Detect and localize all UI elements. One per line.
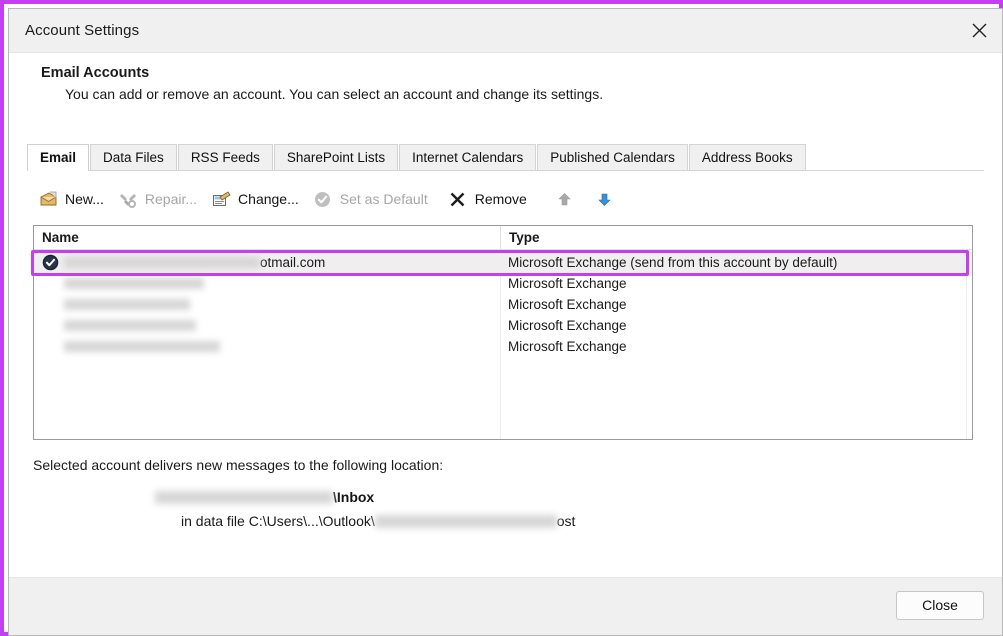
column-header-type[interactable]: Type xyxy=(500,226,972,250)
column-header-name[interactable]: Name xyxy=(34,226,500,250)
repair-button: Repair... xyxy=(113,185,206,213)
account-name-cell xyxy=(34,273,500,294)
account-settings-dialog: Account Settings Email Accounts You can … xyxy=(8,8,1003,636)
table-row[interactable]: Microsoft Exchange xyxy=(34,273,972,294)
account-name-cell xyxy=(34,315,500,336)
redacted-mailbox-name xyxy=(155,490,333,504)
account-type-cell: Microsoft Exchange xyxy=(508,276,627,291)
tab-published-calendars[interactable]: Published Calendars xyxy=(537,144,688,170)
tab-bar: Email Data Files RSS Feeds SharePoint Li… xyxy=(27,144,984,171)
window-title: Account Settings xyxy=(25,22,140,39)
delivery-location-label: Selected account delivers new messages t… xyxy=(33,457,444,473)
change-account-label: Change... xyxy=(238,191,299,207)
accounts-list[interactable]: Name Type otmail.com Microsoft Exchange … xyxy=(33,225,973,440)
account-type-cell: Microsoft Exchange xyxy=(508,318,627,333)
arrow-up-icon xyxy=(550,185,580,213)
redacted-account-name xyxy=(64,257,260,268)
tab-rss-feeds[interactable]: RSS Feeds xyxy=(177,144,273,170)
title-bar: Account Settings xyxy=(9,9,1002,53)
tab-email[interactable]: Email xyxy=(27,144,90,171)
page-title: Email Accounts xyxy=(41,65,150,81)
account-name-cell: otmail.com xyxy=(34,252,500,273)
list-column-headers: Name Type xyxy=(34,226,972,250)
remove-x-icon xyxy=(447,189,469,209)
table-row[interactable]: otmail.com Microsoft Exchange (send from… xyxy=(34,252,972,273)
tab-underline xyxy=(27,170,984,171)
set-as-default-label: Set as Default xyxy=(339,191,428,207)
tab-active-notch xyxy=(28,170,82,172)
table-row[interactable]: Microsoft Exchange xyxy=(34,336,972,357)
redacted-account-name xyxy=(64,320,196,331)
repair-tools-icon xyxy=(117,189,139,209)
table-row[interactable]: Microsoft Exchange xyxy=(34,294,972,315)
set-default-check-icon xyxy=(312,189,334,209)
redacted-data-file-name xyxy=(374,514,557,528)
new-account-button[interactable]: New... xyxy=(33,185,113,213)
account-toolbar: New... Repair... Change... Set as Defaul… xyxy=(33,181,973,217)
header-block: Email Accounts You can add or remove an … xyxy=(9,53,1002,139)
new-account-icon xyxy=(37,189,59,209)
remove-account-label: Remove xyxy=(474,191,527,207)
table-row[interactable]: Microsoft Exchange xyxy=(34,315,972,336)
dialog-footer: Close xyxy=(9,577,1002,635)
delivery-file-suffix: ost xyxy=(556,513,576,529)
account-name-cell xyxy=(34,294,500,315)
selection-highlight-frame: Account Settings Email Accounts You can … xyxy=(0,0,1003,636)
page-subtitle: You can add or remove an account. You ca… xyxy=(65,86,604,102)
delivery-location-block: Selected account delivers new messages t… xyxy=(33,457,973,547)
redacted-account-name xyxy=(64,299,190,310)
set-as-default-button: Set as Default xyxy=(308,185,437,213)
tab-sharepoint-lists[interactable]: SharePoint Lists xyxy=(273,144,399,170)
redacted-account-name xyxy=(64,278,204,289)
tab-address-books[interactable]: Address Books xyxy=(688,144,806,170)
account-type-cell: Microsoft Exchange (send from this accou… xyxy=(508,255,838,270)
delivery-file-prefix: in data file C:\Users\...\Outlook\ xyxy=(181,513,375,529)
account-name-cell xyxy=(34,336,500,357)
redacted-account-name xyxy=(64,341,220,352)
delivery-data-file-path: in data file C:\Users\...\Outlook\ ost xyxy=(181,513,575,529)
delivery-folder-suffix: \Inbox xyxy=(333,489,375,505)
change-account-button[interactable]: Change... xyxy=(206,185,308,213)
arrow-down-icon[interactable] xyxy=(590,185,620,213)
close-icon[interactable] xyxy=(956,9,1002,52)
change-account-icon xyxy=(210,189,232,209)
tab-data-files[interactable]: Data Files xyxy=(90,144,177,170)
default-account-check-icon xyxy=(42,254,59,271)
close-button[interactable]: Close xyxy=(896,591,984,620)
account-type-cell: Microsoft Exchange xyxy=(508,339,627,354)
new-account-label: New... xyxy=(65,191,104,207)
account-type-cell: Microsoft Exchange xyxy=(508,297,627,312)
account-name-suffix: otmail.com xyxy=(260,255,326,270)
delivery-folder-path: \Inbox xyxy=(155,489,374,505)
tab-internet-calendars[interactable]: Internet Calendars xyxy=(399,144,537,170)
repair-label: Repair... xyxy=(144,191,198,207)
remove-account-button[interactable]: Remove xyxy=(443,185,536,213)
